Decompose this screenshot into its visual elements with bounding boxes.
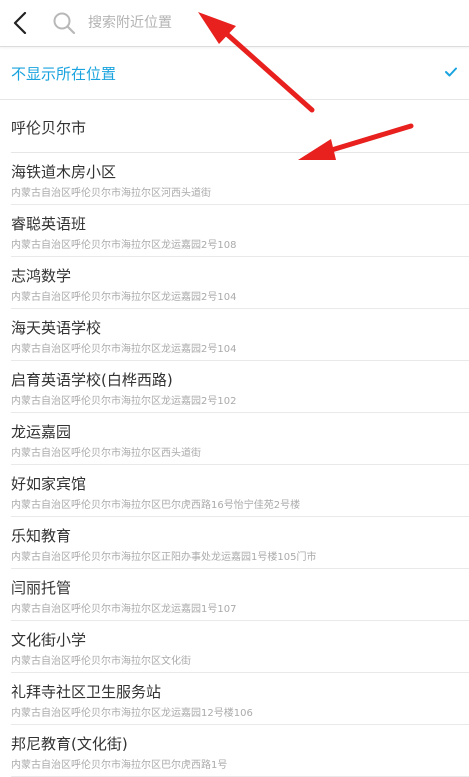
poi-address: 内蒙古自治区呼伦贝尔市海拉尔区文化街 [11, 656, 191, 667]
poi-list-item[interactable]: 邦尼教育(文化街) 内蒙古自治区呼伦贝尔市海拉尔区巴尔虎西路1号 [11, 725, 469, 777]
poi-name: 邦尼教育(文化街) [11, 735, 128, 753]
poi-list-item[interactable]: 龙运嘉园内蒙古自治区呼伦贝尔市海拉尔区西头道街 [11, 413, 469, 465]
poi-name: 睿聪英语班 [11, 215, 87, 233]
poi-list-item[interactable]: 志鸿数学内蒙古自治区呼伦贝尔市海拉尔区龙运嘉园2号104 [11, 257, 469, 309]
back-button[interactable] [4, 4, 42, 42]
search-input[interactable] [88, 11, 338, 35]
poi-address: 内蒙古自治区呼伦贝尔市海拉尔区龙运嘉园2号104 [11, 344, 237, 355]
hide-location-option[interactable]: 不显示所在位置 [0, 47, 469, 100]
poi-name: 好如家宾馆 [11, 475, 87, 493]
hide-location-label: 不显示所在位置 [11, 65, 117, 83]
search-box[interactable] [48, 4, 348, 42]
poi-name: 志鸿数学 [11, 267, 72, 285]
poi-list-item[interactable]: 文化街小学内蒙古自治区呼伦贝尔市海拉尔区文化街 [11, 621, 469, 673]
poi-address: 内蒙古自治区呼伦贝尔市海拉尔区巴尔虎西路1号 [11, 760, 228, 771]
top-bar [0, 0, 469, 47]
poi-name: 礼拜寺社区卫生服务站 [11, 683, 162, 701]
checkmark-icon [445, 67, 457, 77]
poi-list-item[interactable]: 海铁道木房小区内蒙古自治区呼伦贝尔市海拉尔区河西头道街 [11, 153, 469, 205]
poi-name: 龙运嘉园 [11, 423, 72, 441]
poi-list-item[interactable]: 乐知教育内蒙古自治区呼伦贝尔市海拉尔区正阳办事处龙运嘉园1号楼105门市 [11, 517, 469, 569]
poi-list-item[interactable]: 好如家宾馆内蒙古自治区呼伦贝尔市海拉尔区巴尔虎西路16号怡宁佳苑2号楼 [11, 465, 469, 517]
location-list: 不显示所在位置 呼伦贝尔市 海铁道木房小区内蒙古自治区呼伦贝尔市海拉尔区河西头道… [0, 47, 469, 777]
poi-list-item[interactable]: 启育英语学校(白桦西路) 内蒙古自治区呼伦贝尔市海拉尔区龙运嘉园2号102 [11, 361, 469, 413]
poi-address: 内蒙古自治区呼伦贝尔市海拉尔区龙运嘉园2号108 [11, 240, 237, 251]
poi-address: 内蒙古自治区呼伦贝尔市海拉尔区巴尔虎西路16号怡宁佳苑2号楼 [11, 500, 301, 511]
poi-address: 内蒙古自治区呼伦贝尔市海拉尔区正阳办事处龙运嘉园1号楼105门市 [11, 552, 317, 563]
poi-address: 内蒙古自治区呼伦贝尔市海拉尔区西头道街 [11, 448, 201, 459]
poi-name: 海铁道木房小区 [11, 163, 117, 181]
poi-name: 闫丽托管 [11, 579, 72, 597]
city-option[interactable]: 呼伦贝尔市 [11, 100, 469, 153]
poi-address: 内蒙古自治区呼伦贝尔市海拉尔区龙运嘉园2号102 [11, 396, 237, 407]
back-chevron-icon [13, 12, 27, 34]
poi-address: 内蒙古自治区呼伦贝尔市海拉尔区龙运嘉园2号104 [11, 292, 237, 303]
poi-name: 启育英语学校(白桦西路) [11, 371, 173, 389]
poi-list-item[interactable]: 睿聪英语班内蒙古自治区呼伦贝尔市海拉尔区龙运嘉园2号108 [11, 205, 469, 257]
poi-name: 乐知教育 [11, 527, 72, 545]
poi-list-item[interactable]: 礼拜寺社区卫生服务站内蒙古自治区呼伦贝尔市海拉尔区龙运嘉园12号楼106 [11, 673, 469, 725]
poi-list: 海铁道木房小区 内蒙古自治区呼伦贝尔市海拉尔区河西头道街 睿聪英语班 内蒙古自治区呼伦… [0, 153, 469, 777]
poi-list-item[interactable]: 闫丽托管内蒙古自治区呼伦贝尔市海拉尔区龙运嘉园1号107 [11, 569, 469, 621]
city-label: 呼伦贝尔市 [11, 119, 87, 137]
poi-address: 内蒙古自治区呼伦贝尔市海拉尔区龙运嘉园1号107 [11, 604, 237, 615]
poi-list-item[interactable]: 海天英语学校内蒙古自治区呼伦贝尔市海拉尔区龙运嘉园2号104 [11, 309, 469, 361]
poi-name: 海天英语学校 [11, 319, 102, 337]
poi-address: 内蒙古自治区呼伦贝尔市海拉尔区河西头道街 [11, 188, 211, 199]
poi-address: 内蒙古自治区呼伦贝尔市海拉尔区龙运嘉园12号楼106 [11, 708, 253, 719]
search-icon [53, 12, 76, 35]
poi-name: 文化街小学 [11, 631, 87, 649]
